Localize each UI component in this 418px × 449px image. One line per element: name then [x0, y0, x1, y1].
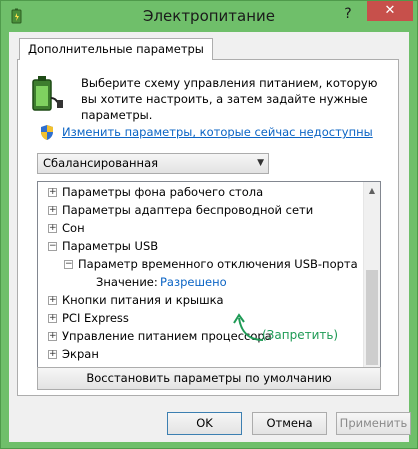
tree-item-label: Кнопки питания и крышка — [62, 293, 224, 307]
tree-item-label: Параметры USB — [62, 239, 159, 253]
restore-defaults-button[interactable]: Восстановить параметры по умолчанию — [37, 367, 381, 390]
tab-advanced-settings[interactable]: Дополнительные параметры — [19, 38, 213, 60]
settings-tree[interactable]: + Параметры фона рабочего стола + Параме… — [37, 181, 381, 381]
description-text: Выберите схему управления питанием, кото… — [81, 76, 378, 122]
expand-icon[interactable]: + — [48, 314, 57, 323]
help-button[interactable]: ? — [338, 4, 358, 24]
power-options-window: Электропитание ? ✕ Дополнительные параме… — [0, 0, 418, 449]
collapse-icon[interactable]: − — [64, 260, 73, 269]
battery-plug-icon — [32, 76, 63, 111]
close-button[interactable]: ✕ — [367, 1, 413, 21]
chevron-down-icon: ▼ — [257, 158, 264, 168]
dialog-client-area: Дополнительные параметры Выберите схему … — [9, 32, 411, 442]
tree-item-label: Сон — [62, 221, 85, 235]
title-bar[interactable]: Электропитание ? ✕ — [1, 1, 417, 32]
power-scheme-select[interactable]: Сбалансированная ▼ — [37, 153, 269, 174]
apply-button[interactable]: Применить — [336, 412, 411, 435]
value-link-enabled[interactable]: Разрешено — [160, 273, 227, 291]
cancel-button[interactable]: Отмена — [252, 412, 327, 435]
scroll-up-icon[interactable]: ▲ — [364, 182, 380, 199]
tree-item-label: Экран — [62, 347, 99, 361]
expand-icon[interactable]: + — [48, 332, 57, 341]
tree-item-label: Параметр временного отключения USB-порта — [78, 257, 358, 271]
ok-button[interactable]: OK — [167, 412, 242, 435]
change-unavailable-settings-link[interactable]: Изменить параметры, которые сейчас недос… — [62, 125, 373, 139]
tree-item-label: PCI Express — [62, 311, 129, 325]
expand-icon[interactable]: + — [48, 188, 57, 197]
expand-icon[interactable]: + — [48, 296, 57, 305]
value-label: Значение: — [96, 275, 158, 289]
scrollbar-thumb[interactable] — [366, 270, 378, 365]
expand-icon[interactable]: + — [48, 206, 57, 215]
annotation-disable: (Запретить) — [262, 328, 339, 342]
expand-icon[interactable]: + — [48, 224, 57, 233]
power-scheme-value: Сбалансированная — [43, 156, 159, 170]
tree-scrollbar[interactable]: ▲ ▼ — [363, 182, 380, 380]
tree-item-label: Параметры адаптера беспроводной сети — [62, 203, 314, 217]
uac-shield-icon — [41, 125, 53, 140]
expand-icon[interactable]: + — [48, 350, 57, 359]
collapse-icon[interactable]: − — [48, 242, 57, 251]
tree-item-label: Параметры фона рабочего стола — [62, 185, 264, 199]
